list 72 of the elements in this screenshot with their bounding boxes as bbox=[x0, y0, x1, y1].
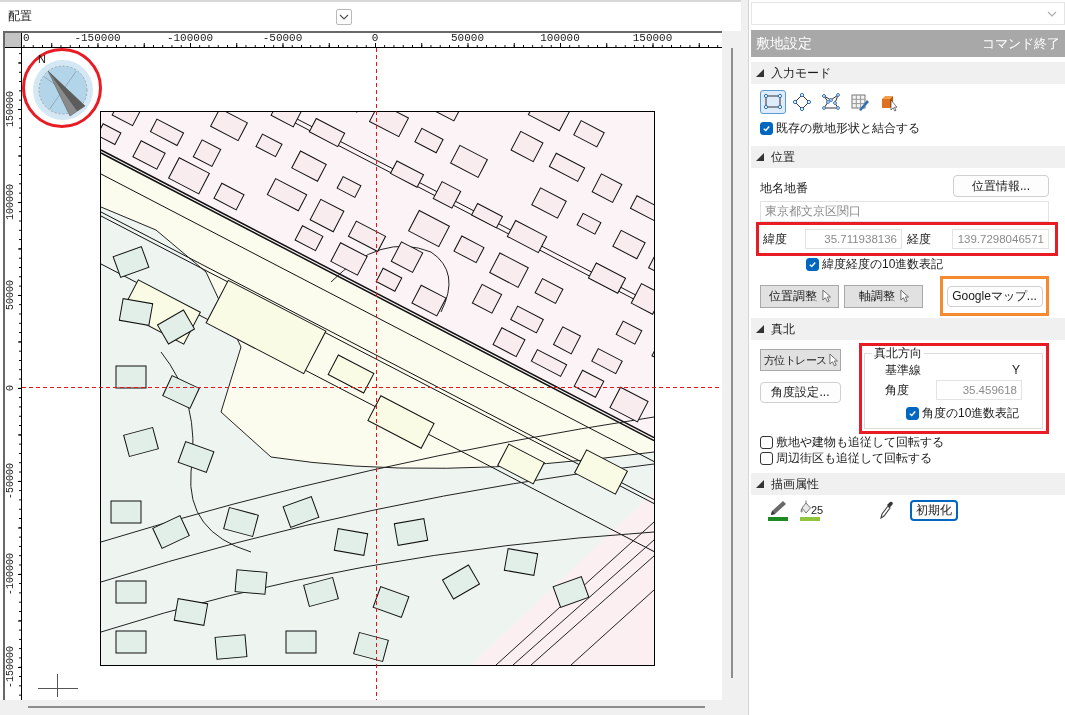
longitude-field[interactable]: 139.7298046571 bbox=[952, 229, 1049, 249]
rectangle-tool-icon bbox=[763, 92, 783, 112]
eyedropper-icon[interactable] bbox=[880, 501, 893, 519]
checkbox-label: 敷地や建物も追従して回転する bbox=[776, 434, 944, 451]
checkbox[interactable] bbox=[760, 122, 773, 135]
group-title: 真北方向 bbox=[873, 346, 923, 360]
fill-color-swatch[interactable] bbox=[800, 516, 820, 521]
origin-cross-icon bbox=[38, 674, 78, 697]
ruler-label: -100000 bbox=[6, 553, 16, 595]
section-header[interactable]: 入力モード bbox=[751, 62, 1065, 84]
checkbox-label: 角度の10進数表記 bbox=[922, 405, 1020, 422]
panel-title: 敷地設定 bbox=[756, 34, 812, 53]
map-button[interactable]: Googleマップ... bbox=[946, 285, 1043, 307]
checkbox-label: 周辺街区も追従して回転する bbox=[776, 450, 932, 467]
grid-edit-icon bbox=[850, 92, 870, 112]
checkmark-icon bbox=[808, 260, 817, 269]
checkbox[interactable] bbox=[806, 258, 819, 271]
address-field[interactable]: 東京都文京区関口 bbox=[760, 201, 1049, 222]
checkbox-label: 緯度経度の10進数表記 bbox=[822, 256, 944, 273]
cursor-icon bbox=[899, 289, 909, 303]
ruler-corner bbox=[5, 33, 22, 48]
cursor-icon bbox=[821, 289, 831, 303]
layout-title: 配置 bbox=[8, 8, 32, 25]
baseline-label: 基準線 bbox=[885, 361, 922, 379]
checkbox[interactable] bbox=[760, 452, 773, 465]
ruler-label: 100000 bbox=[6, 184, 16, 220]
chevron-down-icon bbox=[339, 13, 349, 20]
angle-field[interactable]: 35.459618 bbox=[936, 380, 1022, 400]
checkbox-label: 既存の敷地形状と結合する bbox=[776, 120, 920, 137]
horizontal-scrollbar[interactable] bbox=[0, 700, 741, 715]
reset-button[interactable]: 初期化 bbox=[910, 499, 958, 521]
axis-adjust-button[interactable]: 軸調整 bbox=[844, 284, 923, 308]
ruler-label: -150000 bbox=[74, 33, 121, 44]
ruler-label: 150000 bbox=[632, 33, 673, 44]
ruler-label: 50000 bbox=[6, 280, 16, 310]
chevron-down-icon bbox=[1047, 10, 1057, 17]
compass-north-label: N bbox=[38, 54, 46, 65]
pen-icon[interactable] bbox=[768, 499, 788, 516]
ruler-label: 150000 bbox=[6, 91, 16, 127]
position-adjust-button[interactable]: 位置調整 bbox=[760, 284, 839, 308]
ruler-label: 100000 bbox=[540, 33, 580, 44]
latitude-field[interactable]: 35.711938136 bbox=[805, 229, 902, 249]
location-info-button[interactable]: 位置情報... bbox=[953, 175, 1049, 197]
baseline-value: Y bbox=[1012, 363, 1020, 377]
angle-label: 角度 bbox=[885, 381, 910, 399]
section-header[interactable]: 真北 bbox=[751, 318, 1065, 340]
section-header[interactable]: 描画属性 bbox=[751, 473, 1065, 495]
checkmark-icon bbox=[762, 124, 771, 133]
ruler-label: -100000 bbox=[166, 33, 214, 44]
ruler-label: -50000 bbox=[6, 463, 16, 499]
ruler-label: -50000 bbox=[262, 33, 303, 44]
fill-value-label: 25 bbox=[811, 504, 824, 516]
dropdown-button[interactable] bbox=[336, 8, 352, 25]
ruler-label: 0 bbox=[371, 33, 379, 44]
longitude-label: 経度 bbox=[907, 230, 932, 248]
fill-bucket-icon[interactable] bbox=[800, 499, 811, 516]
trace-button[interactable]: 方位トレース bbox=[760, 349, 841, 371]
polygon-tool-icon bbox=[821, 92, 841, 112]
diamond-tool-icon bbox=[792, 92, 812, 112]
line-color-swatch[interactable] bbox=[768, 516, 788, 521]
ruler-label: 0 bbox=[6, 385, 16, 391]
checkmark-icon bbox=[908, 409, 917, 418]
ruler-label: 0 bbox=[23, 33, 30, 44]
section-header[interactable]: 位置 bbox=[751, 146, 1065, 168]
angle-setting-button[interactable]: 角度設定... bbox=[760, 382, 841, 403]
field-label: 地名地番 bbox=[760, 180, 808, 197]
checkbox[interactable] bbox=[906, 407, 919, 420]
ruler-label: -150000 bbox=[6, 646, 16, 688]
checkbox[interactable] bbox=[760, 436, 773, 449]
latitude-label: 緯度 bbox=[763, 230, 788, 248]
ruler-label: 50000 bbox=[451, 33, 484, 44]
cursor-icon bbox=[828, 353, 838, 367]
